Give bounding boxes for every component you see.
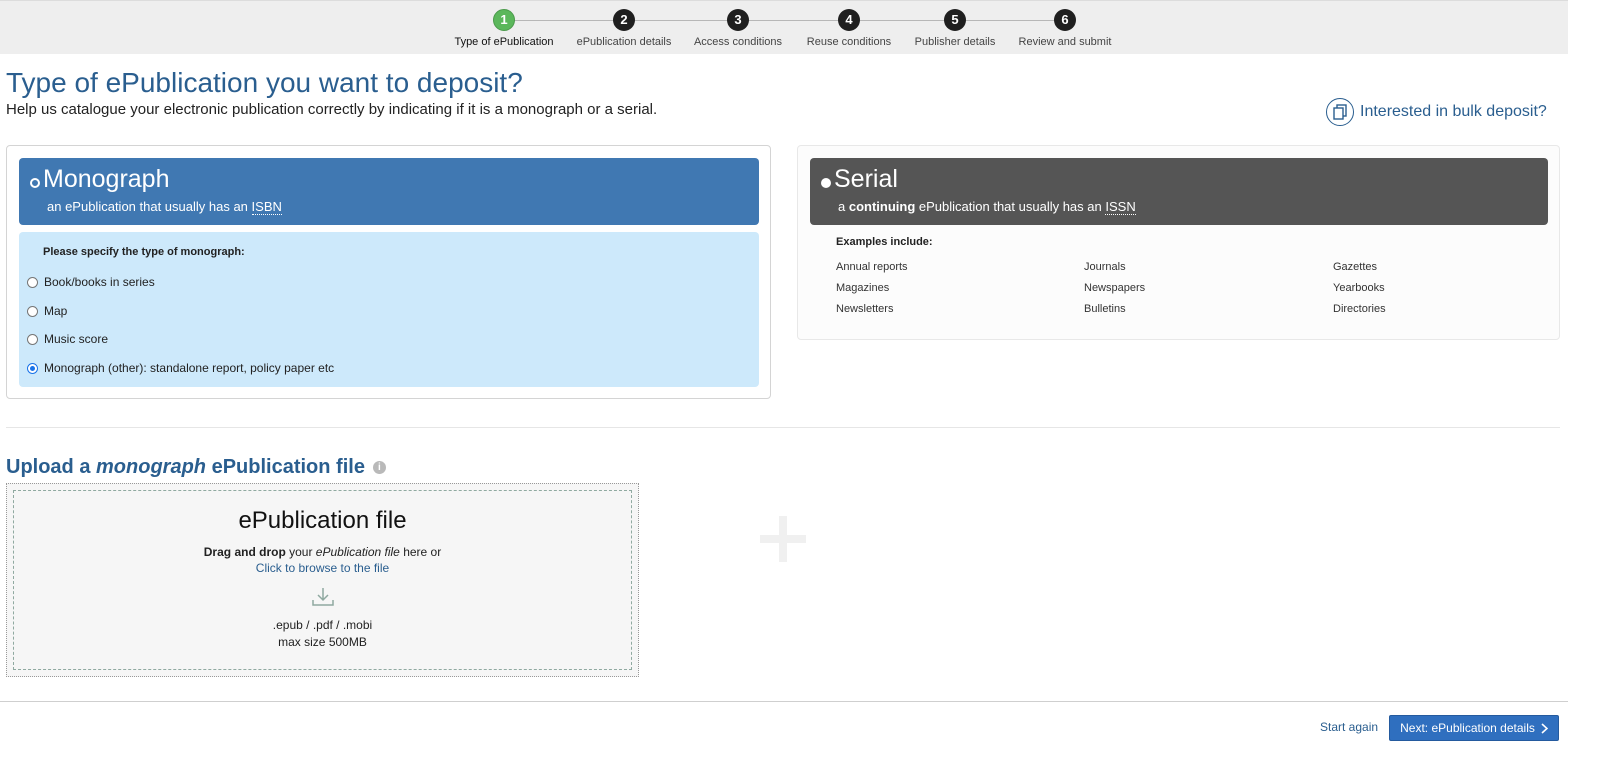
option-monograph-other[interactable]: Monograph (other): standalone report, po… bbox=[27, 361, 334, 375]
monograph-description: an ePublication that usually has an ISBN bbox=[47, 199, 282, 215]
documents-icon bbox=[1326, 98, 1354, 126]
next-button-label: Next: ePublication details bbox=[1400, 721, 1535, 735]
monograph-radio-icon[interactable] bbox=[30, 178, 40, 188]
upload-title-b: ePublication file bbox=[211, 456, 365, 478]
option-book[interactable]: Book/books in series bbox=[27, 275, 155, 289]
example-item: Newsletters bbox=[836, 303, 894, 315]
radio-monograph-other[interactable] bbox=[27, 362, 38, 374]
monograph-card[interactable]: Monograph an ePublication that usually h… bbox=[6, 145, 771, 399]
examples-title: Examples include: bbox=[836, 236, 933, 248]
step-2-number: 2 bbox=[613, 9, 635, 31]
upload-title: Upload a monograph ePublication file i bbox=[6, 456, 386, 479]
upload-title-a: Upload a bbox=[6, 456, 91, 478]
step-1-number: 1 bbox=[493, 9, 515, 31]
browse-file-link[interactable]: Click to browse to the file bbox=[14, 561, 631, 575]
radio-book[interactable] bbox=[27, 276, 38, 288]
step-3-number: 3 bbox=[727, 9, 749, 31]
monograph-desc-text: an ePublication that usually has an bbox=[47, 199, 252, 214]
option-book-label: Book/books in series bbox=[44, 275, 155, 289]
step-4-number: 4 bbox=[838, 9, 860, 31]
section-divider bbox=[6, 427, 1560, 428]
serial-desc-a: a bbox=[838, 199, 849, 214]
option-map-label: Map bbox=[44, 304, 68, 318]
example-item: Gazettes bbox=[1333, 261, 1378, 273]
serial-title: Serial bbox=[834, 165, 898, 193]
serial-radio-icon[interactable] bbox=[821, 178, 831, 188]
serial-description: a continuing ePublication that usually h… bbox=[838, 199, 1136, 215]
monograph-title: Monograph bbox=[43, 165, 170, 193]
upload-title-em: monograph bbox=[96, 456, 207, 478]
example-item: Newspapers bbox=[1084, 282, 1146, 294]
next-button[interactable]: Next: ePublication details bbox=[1389, 715, 1559, 741]
option-map[interactable]: Map bbox=[27, 304, 67, 318]
progress-stepper: 1 Type of ePublication 2 ePublication de… bbox=[0, 0, 1568, 54]
dropzone-border[interactable]: ePublication file Drag and drop your ePu… bbox=[13, 490, 632, 670]
monograph-header[interactable]: Monograph an ePublication that usually h… bbox=[19, 158, 759, 225]
example-item: Magazines bbox=[836, 282, 890, 294]
step-6-label: Review and submit bbox=[1018, 36, 1112, 48]
step-6-number: 6 bbox=[1054, 9, 1076, 31]
drop-end: here or bbox=[399, 545, 442, 559]
issn-abbr: ISSN bbox=[1105, 199, 1136, 215]
serial-header[interactable]: Serial a continuing ePublication that us… bbox=[810, 158, 1548, 225]
example-item: Bulletins bbox=[1084, 303, 1126, 315]
step-1[interactable]: 1 Type of ePublication bbox=[439, 9, 569, 48]
page-subtitle: Help us catalogue your electronic public… bbox=[6, 101, 658, 118]
start-again-link[interactable]: Start again bbox=[1320, 720, 1378, 734]
monograph-type-panel: Please specify the type of monograph: Bo… bbox=[19, 232, 759, 387]
dropzone-title: ePublication file bbox=[238, 507, 407, 534]
radio-map[interactable] bbox=[27, 305, 38, 317]
chevron-right-icon bbox=[1541, 722, 1548, 734]
drop-em: ePublication file bbox=[315, 545, 400, 559]
step-2-label: ePublication details bbox=[576, 36, 672, 48]
step-2[interactable]: 2 ePublication details bbox=[559, 9, 689, 48]
option-monograph-other-label: Monograph (other): standalone report, po… bbox=[44, 361, 335, 375]
example-item: Annual reports bbox=[836, 261, 908, 273]
drop-mid: your bbox=[285, 545, 316, 559]
add-file-plus-icon[interactable] bbox=[760, 516, 806, 567]
footer-divider bbox=[0, 701, 1568, 702]
radio-music-score[interactable] bbox=[27, 333, 38, 345]
drop-bold: Drag and drop bbox=[203, 545, 286, 559]
example-item: Directories bbox=[1333, 303, 1386, 315]
bulk-deposit-text[interactable]: Interested in bulk deposit? bbox=[1360, 103, 1547, 121]
option-music-score[interactable]: Music score bbox=[27, 332, 108, 346]
info-icon[interactable]: i bbox=[372, 461, 386, 474]
example-item: Yearbooks bbox=[1333, 282, 1385, 294]
step-5-number: 5 bbox=[944, 9, 966, 31]
monograph-type-prompt: Please specify the type of monograph: bbox=[43, 246, 245, 258]
serial-desc-bold: continuing bbox=[848, 199, 916, 214]
example-item: Journals bbox=[1084, 261, 1126, 273]
max-file-size: max size 500MB bbox=[278, 635, 367, 649]
step-1-label: Type of ePublication bbox=[454, 36, 554, 48]
download-icon bbox=[312, 587, 334, 612]
option-music-score-label: Music score bbox=[44, 332, 109, 346]
accepted-file-types: .epub / .pdf / .mobi bbox=[272, 618, 373, 632]
serial-card[interactable]: Serial a continuing ePublication that us… bbox=[797, 145, 1560, 340]
page-title: Type of ePublication you want to deposit… bbox=[6, 67, 523, 98]
step-6[interactable]: 6 Review and submit bbox=[1000, 9, 1130, 48]
isbn-abbr: ISBN bbox=[251, 199, 282, 215]
dropzone-instructions: Drag and drop your ePublication file her… bbox=[14, 545, 631, 559]
file-dropzone[interactable]: ePublication file Drag and drop your ePu… bbox=[6, 483, 639, 677]
bulk-deposit-link[interactable]: Interested in bulk deposit? bbox=[1326, 98, 1547, 126]
serial-desc-b: ePublication that usually has an bbox=[915, 199, 1106, 214]
